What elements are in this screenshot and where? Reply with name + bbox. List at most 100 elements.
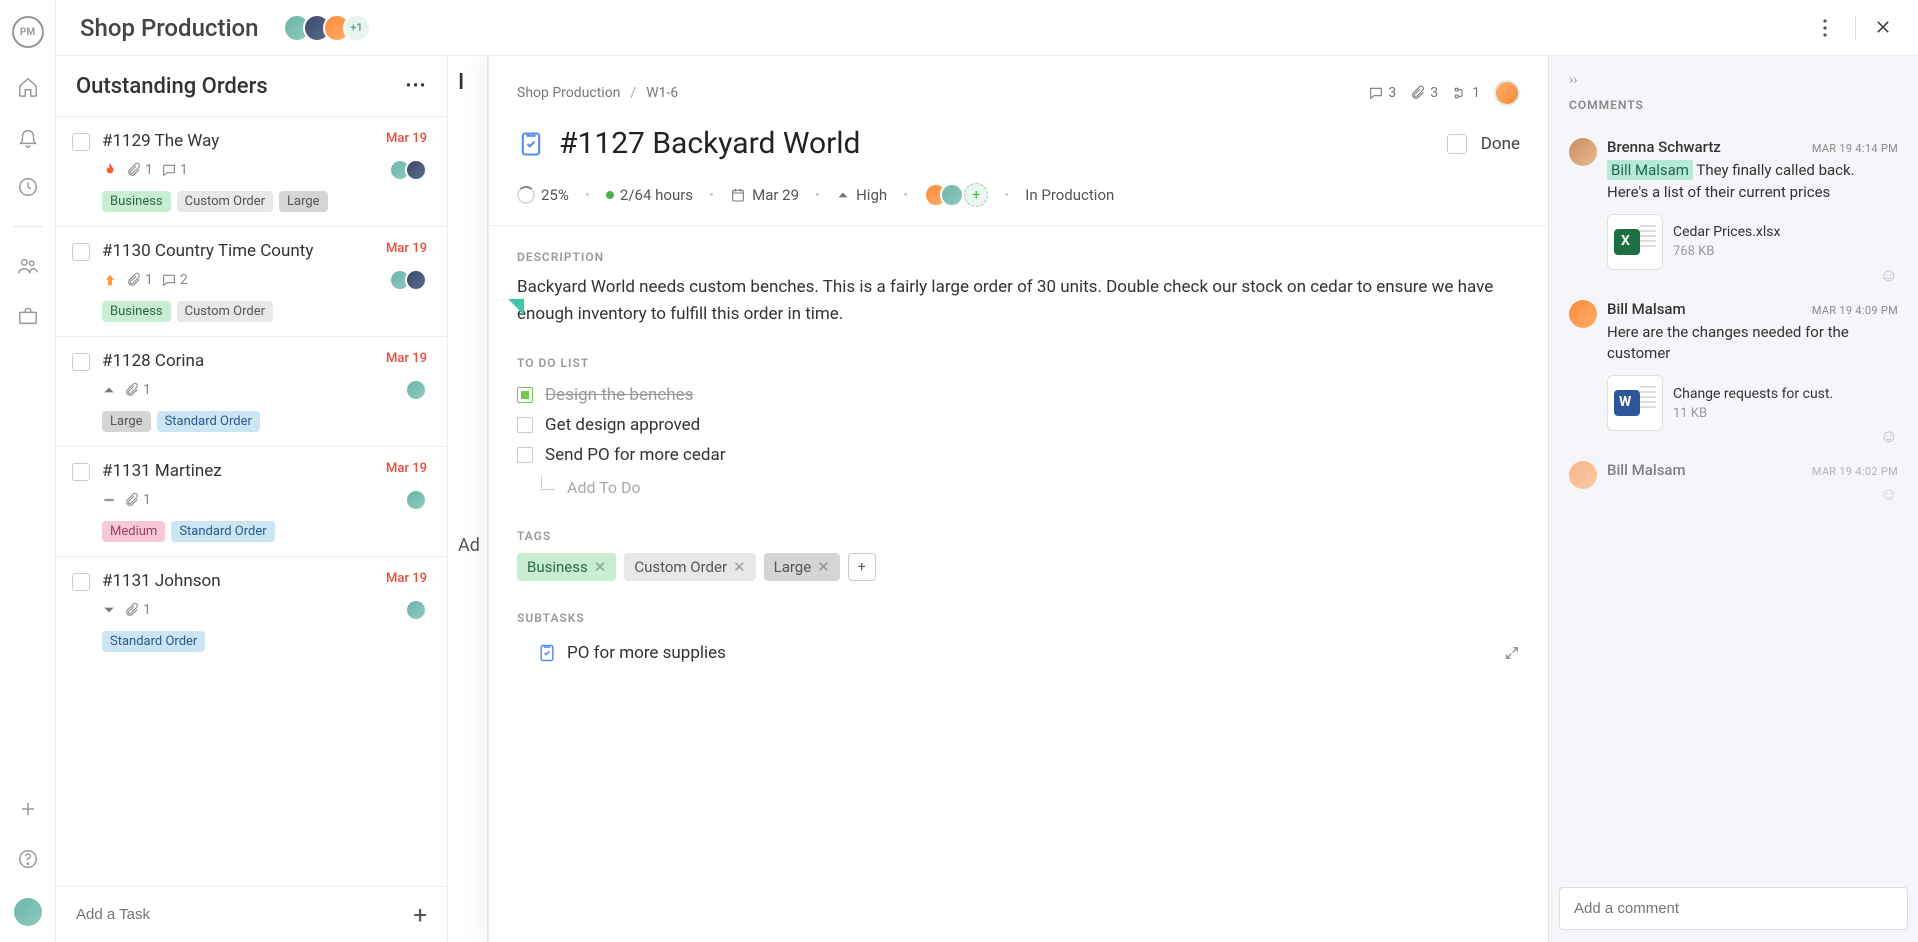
task-card[interactable]: #1130 Country Time County Mar 19 1 2 Bus… [56,226,447,336]
card-tag: Medium [102,521,165,542]
task-card[interactable]: #1128 Corina Mar 19 1 LargeStandard Orde… [56,336,447,446]
tag-chip[interactable]: Business✕ [517,553,616,581]
clock-icon[interactable] [17,176,39,198]
progress-percent[interactable]: 25% [541,186,569,204]
comments-count-value: 3 [1388,85,1396,101]
comment-avatar[interactable] [1569,138,1597,166]
add-task-input[interactable] [76,906,413,923]
rail-divider [13,226,43,227]
tag-chip[interactable]: Large✕ [764,553,840,581]
card-checkbox[interactable] [72,133,90,151]
card-attach-count: 1 [124,492,151,508]
subtasks-count[interactable]: 1 [1452,85,1480,101]
divider [1855,16,1856,40]
card-attach-count: 1 [124,602,151,618]
card-checkbox[interactable] [72,463,90,481]
column-more-icon[interactable]: ••• [406,78,427,94]
card-date: Mar 19 [386,241,427,256]
subtasks-label: SUBTASKS [517,611,1520,625]
collapse-comments-icon[interactable]: ›› [1569,72,1898,88]
todo-text: Send PO for more cedar [545,445,725,465]
comment-input[interactable] [1559,887,1908,930]
subtask-item[interactable]: PO for more supplies [537,635,1520,671]
react-icon[interactable]: ☺ [1880,265,1898,286]
priority-value: High [856,186,887,204]
comment-time: MAR 19 4:09 PM [1812,304,1898,317]
assignee-avatar [940,183,964,207]
remove-tag-icon[interactable]: ✕ [594,558,607,576]
card-tag: Standard Order [157,411,260,432]
add-task-button[interactable]: + [413,901,427,929]
comment-author[interactable]: Brenna Schwartz [1607,138,1721,156]
remove-tag-icon[interactable]: ✕ [817,558,830,576]
task-detail-panel: Shop Production / W1-6 3 3 [488,56,1548,942]
attachments-count[interactable]: 3 [1410,85,1438,101]
todo-checkbox[interactable] [517,417,533,433]
task-creator-avatar[interactable] [1494,80,1520,106]
project-members[interactable]: +1 [283,14,371,42]
tag-chip[interactable]: Custom Order ✕ [624,553,755,581]
briefcase-icon[interactable] [17,305,39,327]
home-icon[interactable] [17,76,39,98]
add-todo-placeholder: Add To Do [567,478,641,497]
breadcrumb-separator: / [630,85,636,101]
tag-chip-label: Custom Order [634,558,727,576]
add-todo-input[interactable]: Add To Do [517,478,1520,497]
people-icon[interactable] [17,255,39,277]
done-checkbox[interactable] [1447,134,1467,154]
comments-count[interactable]: 3 [1368,85,1396,101]
card-title: #1131 Martinez [102,461,386,481]
comment-author[interactable]: Bill Malsam [1607,461,1686,479]
attachment-size: 768 KB [1673,244,1780,259]
todo-item[interactable]: Get design approved [517,410,1520,440]
user-avatar[interactable] [14,898,42,926]
close-icon[interactable] [1874,18,1894,38]
card-title: #1131 Johnson [102,571,386,591]
comment-avatar[interactable] [1569,300,1597,328]
mention[interactable]: Bill Malsam [1607,160,1693,180]
help-icon[interactable] [17,848,39,870]
due-date[interactable]: Mar 29 [730,186,799,204]
bell-icon[interactable] [17,126,39,148]
remove-tag-icon[interactable]: ✕ [733,558,746,576]
workload-hours[interactable]: 2/64 hours [620,186,693,204]
todo-checkbox[interactable] [517,447,533,463]
description-text[interactable]: Backyard World needs custom benches. Thi… [517,274,1520,328]
todo-item[interactable]: Send PO for more cedar [517,440,1520,470]
comment-avatar[interactable] [1569,461,1597,489]
attachment[interactable]: Change requests for cust. 11 KB [1607,375,1898,431]
task-card[interactable]: #1129 The Way Mar 19 1 1 BusinessCustom … [56,116,447,226]
priority-high-icon [836,188,850,202]
todo-checkbox[interactable] [517,387,533,403]
assignee-avatar [405,379,427,401]
card-checkbox[interactable] [72,353,90,371]
status-label[interactable]: In Production [1025,186,1114,204]
todo-item[interactable]: Design the benches [517,380,1520,410]
breadcrumb-project[interactable]: Shop Production [517,85,620,101]
subtask-icon [537,643,557,663]
card-date: Mar 19 [386,131,427,146]
topbar: Shop Production +1 [56,0,1918,56]
add-tag-button[interactable]: + [848,553,876,581]
comment-author[interactable]: Bill Malsam [1607,300,1686,318]
comment: Brenna Schwartz MAR 19 4:14 PM Bill Mals… [1563,128,1904,290]
priority[interactable]: High [836,186,887,204]
app-logo[interactable]: PM [12,16,44,48]
breadcrumb-location[interactable]: W1-6 [646,85,678,101]
card-date: Mar 19 [386,571,427,586]
card-checkbox[interactable] [72,243,90,261]
assignees[interactable]: + [924,183,988,207]
expand-subtask-icon[interactable] [1504,645,1520,661]
task-card[interactable]: #1131 Martinez Mar 19 1 MediumStandard O… [56,446,447,556]
attachment[interactable]: Cedar Prices.xlsx 768 KB [1607,214,1898,270]
react-icon[interactable]: ☺ [1880,484,1898,505]
member-avatar-more[interactable]: +1 [343,14,371,42]
task-title[interactable]: #1127 Backyard World [559,126,1433,161]
add-assignee-button[interactable]: + [964,183,988,207]
task-card[interactable]: #1131 Johnson Mar 19 1 Standard Order [56,556,447,666]
more-menu-icon[interactable] [1813,16,1837,40]
add-icon[interactable] [17,798,39,820]
react-icon[interactable]: ☺ [1880,426,1898,447]
card-checkbox[interactable] [72,573,90,591]
card-tag: Business [102,191,171,212]
